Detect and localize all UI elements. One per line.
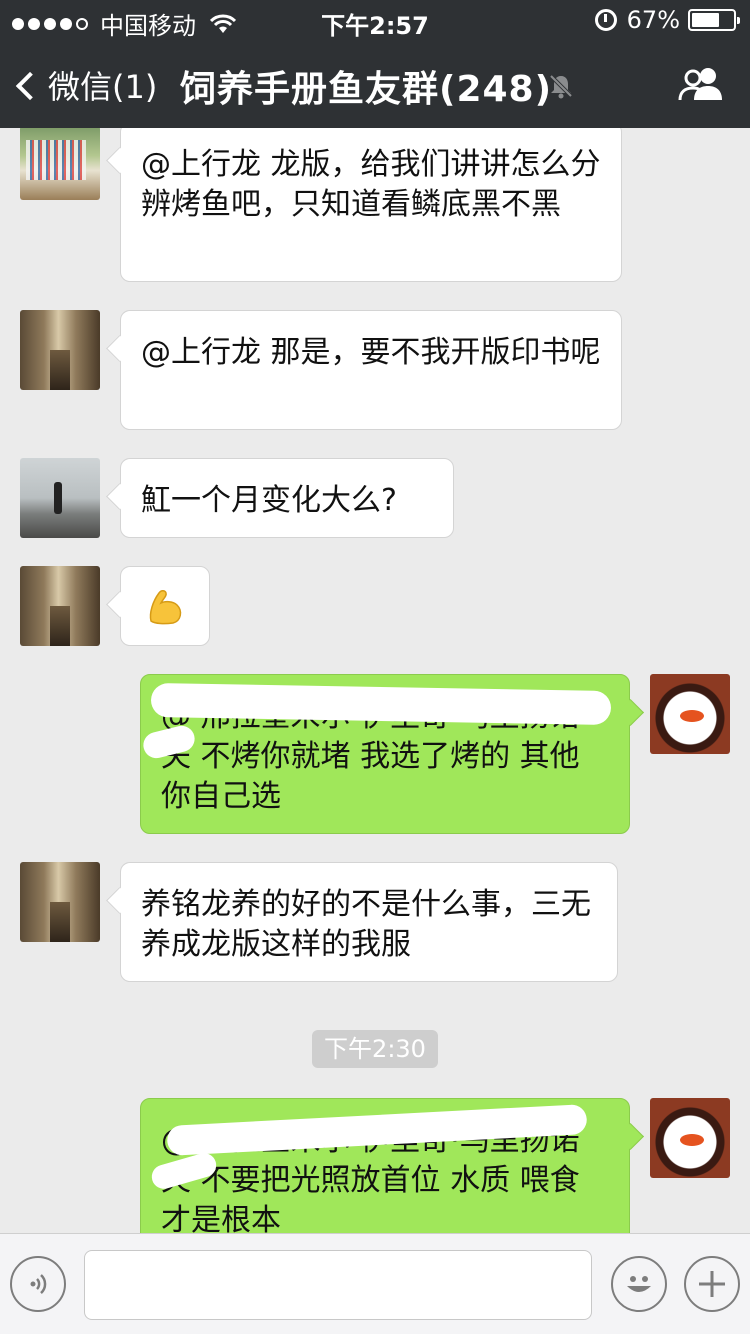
message-text: @上行龙 那是，要不我开版印书呢 [141, 335, 601, 370]
input-bar [0, 1233, 750, 1334]
plus-icon[interactable] [684, 1256, 740, 1312]
battery-percent: 67% [626, 6, 680, 34]
avatar[interactable] [650, 674, 730, 754]
mute-bell-icon [548, 73, 574, 99]
voice-icon[interactable] [10, 1256, 66, 1312]
chat-title: 饲养手册鱼友群(248) [180, 69, 553, 110]
avatar[interactable] [20, 458, 100, 538]
message-bubble-incoming[interactable]: @上行龙 那是，要不我开版印书呢 [120, 310, 622, 430]
timestamp: 下午2:30 [312, 1030, 438, 1068]
flexed-biceps-emoji [145, 587, 185, 627]
message-bubble-incoming[interactable]: 养铭龙养的好的不是什么事，三无养成龙版这样的我服 [120, 862, 618, 982]
message-text: 魟一个月变化大么? [141, 483, 397, 518]
message-list[interactable]: @上行龙 龙版，给我们讲讲怎么分辨烤鱼吧，只知道看鳞底黑不黑 @上行龙 那是，要… [0, 128, 750, 1233]
top-bar: 中国移动 下午2:57 67% 微信(1) 饲养手册鱼友群(248) [0, 0, 750, 128]
message-bubble-incoming[interactable]: 魟一个月变化大么? [120, 458, 454, 538]
emoji-smile-icon[interactable] [611, 1256, 667, 1312]
timestamp-row: 下午2:30 [0, 1030, 750, 1068]
chevron-left-icon [15, 71, 45, 101]
back-label: 微信(1) [48, 68, 158, 106]
avatar[interactable] [20, 128, 100, 200]
avatar[interactable] [20, 862, 100, 942]
message-bubble-outgoing[interactable]: @ 邢拉奎米尔·伊里奇·乌里扬诺夫 不烤你就堵 我选了烤的 其他你自己选 [140, 674, 630, 834]
group-members-icon[interactable] [678, 66, 724, 102]
battery-fill [692, 13, 719, 27]
back-button[interactable]: 微信(1) [15, 62, 158, 108]
message-input[interactable] [84, 1250, 592, 1320]
avatar[interactable] [650, 1098, 730, 1178]
message-bubble-incoming[interactable] [120, 566, 210, 646]
avatar[interactable] [20, 310, 100, 390]
nav-bar: 微信(1) 饲养手册鱼友群(248) [0, 40, 750, 128]
message-bubble-outgoing[interactable]: @ 邢拉奎米尔·伊里奇·乌里扬诺夫 不要把光照放首位 水质 喂食才是根本 [140, 1098, 630, 1233]
status-bar: 中国移动 下午2:57 67% [0, 0, 750, 40]
message-text: @上行龙 龙版，给我们讲讲怎么分辨烤鱼吧，只知道看鳞底黑不黑 [141, 147, 601, 222]
message-text: 养铭龙养的好的不是什么事，三无养成龙版这样的我服 [141, 887, 591, 962]
alarm-icon [594, 9, 617, 31]
status-right: 67% [594, 6, 740, 34]
avatar[interactable] [20, 566, 100, 646]
battery-icon [688, 9, 740, 31]
message-bubble-incoming[interactable]: @上行龙 龙版，给我们讲讲怎么分辨烤鱼吧，只知道看鳞底黑不黑 [120, 128, 622, 282]
